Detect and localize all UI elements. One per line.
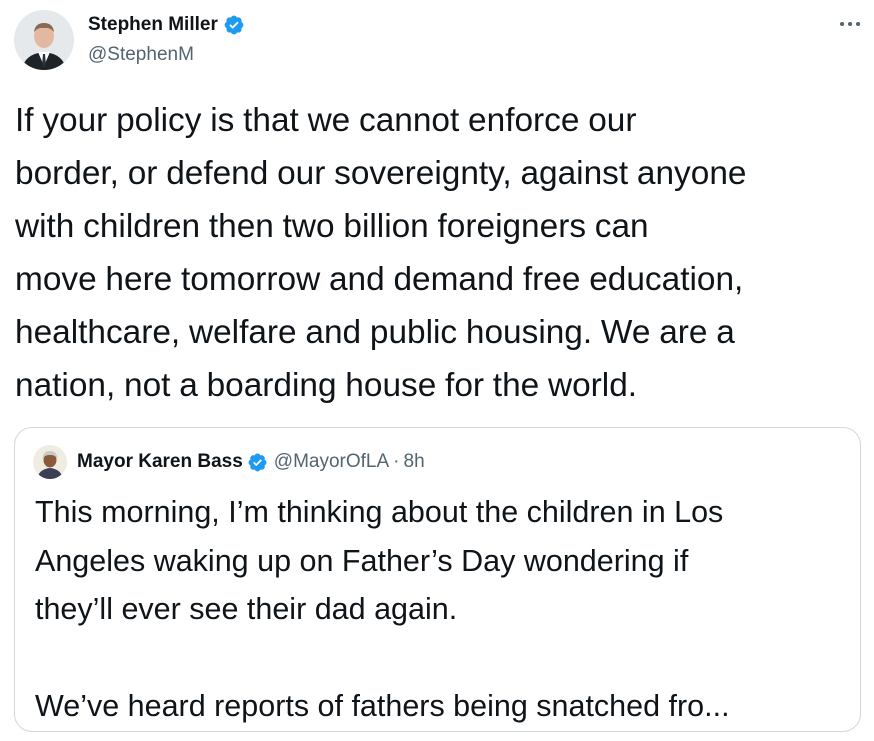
quoted-tweet-card[interactable]: Mayor Karen Bass @MayorOfLA · 8h This mo… xyxy=(14,427,861,732)
quoted-author-avatar-image xyxy=(33,445,67,479)
tweet: Stephen Miller @StephenM If your policy … xyxy=(0,0,874,741)
author-avatar-image xyxy=(14,10,74,70)
author-handle[interactable]: @StephenM xyxy=(88,44,194,66)
quoted-author-avatar[interactable] xyxy=(33,445,67,479)
quoted-tweet-text: This morning, I’m thinking about the chi… xyxy=(35,495,730,723)
quoted-separator: · xyxy=(393,451,400,472)
more-horizontal-icon xyxy=(840,22,860,26)
more-options-button[interactable] xyxy=(836,10,864,38)
author-name-row: Stephen Miller xyxy=(88,12,245,38)
tweet-text: If your policy is that we cannot enforce… xyxy=(15,102,747,404)
quoted-author-handle[interactable]: @MayorOfLA xyxy=(274,451,389,473)
quoted-timestamp[interactable]: 8h xyxy=(404,451,425,473)
quoted-verified-badge-icon[interactable] xyxy=(247,452,268,473)
quoted-tweet-header: Mayor Karen Bass @MayorOfLA · 8h xyxy=(77,448,425,476)
verified-badge-icon[interactable] xyxy=(223,14,245,36)
author-avatar[interactable] xyxy=(14,10,74,70)
quoted-author-name[interactable]: Mayor Karen Bass xyxy=(77,451,243,473)
author-name[interactable]: Stephen Miller xyxy=(88,14,218,36)
